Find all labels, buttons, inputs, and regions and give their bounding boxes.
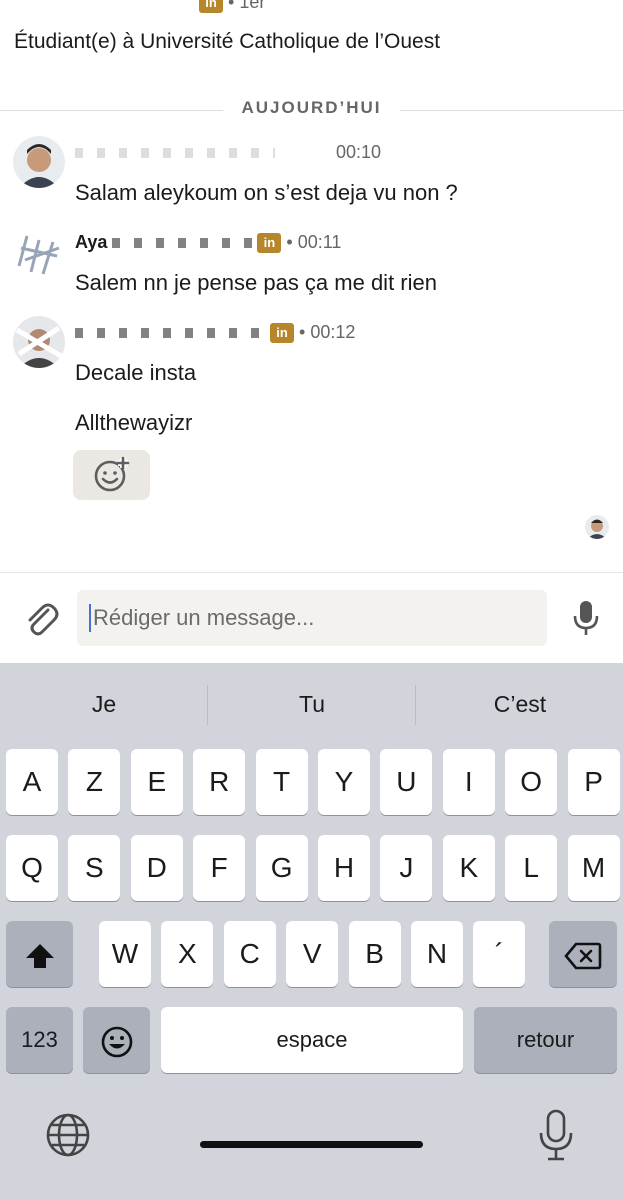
key-x[interactable]: X [161, 921, 214, 987]
microphone-icon [573, 601, 599, 635]
text-caret [89, 604, 91, 632]
key-h[interactable]: H [318, 835, 370, 901]
message-text: Allthewayizr [75, 410, 193, 435]
globe-icon [46, 1113, 90, 1157]
key-i[interactable]: I [442, 749, 495, 815]
key-r[interactable]: R [193, 749, 246, 815]
connection-degree: 1er [239, 0, 266, 12]
suggestion-separator [415, 685, 416, 725]
globe-button[interactable] [44, 1111, 92, 1159]
delete-icon [564, 942, 602, 969]
key-a[interactable]: A [6, 749, 58, 815]
home-indicator [200, 1141, 423, 1148]
avatar[interactable] [13, 136, 65, 188]
paperclip-icon [28, 603, 59, 636]
key-s[interactable]: S [68, 835, 121, 901]
return-key[interactable]: retour [474, 1007, 617, 1073]
profile-headline: Étudiant(e) à Université Catholique de l… [14, 30, 441, 53]
shift-key[interactable] [6, 921, 73, 987]
key-acute[interactable]: ´ [473, 921, 526, 987]
dictation-icon [539, 1109, 573, 1161]
emoji-icon [101, 1026, 132, 1057]
suggestion-2[interactable]: Tu [212, 691, 412, 718]
redacted-name [75, 328, 265, 339]
suggestion-1[interactable]: Je [4, 691, 204, 718]
add-reaction-icon [94, 456, 130, 492]
sender-name: Aya [75, 232, 108, 252]
key-m[interactable]: M [567, 835, 620, 901]
attach-button[interactable] [20, 598, 60, 638]
day-divider-label: AUJOURD’HUI [223, 98, 400, 117]
composer-divider [0, 572, 623, 573]
message-input[interactable]: Rédiger un message... [77, 590, 547, 646]
linkedin-premium-icon: in [199, 0, 224, 14]
key-w[interactable]: W [99, 921, 151, 987]
key-b[interactable]: B [348, 921, 401, 987]
suggestion-separator [207, 685, 208, 725]
message-text: Salem nn je pense pas ça me dit rien [75, 270, 437, 295]
suggestion-3[interactable]: C’est [420, 691, 620, 718]
delete-key[interactable] [549, 921, 617, 987]
key-d[interactable]: D [130, 835, 183, 901]
linkedin-premium-icon: in [257, 233, 282, 254]
key-j[interactable]: J [380, 835, 433, 901]
dictation-button[interactable] [536, 1109, 576, 1161]
message-text: Decale insta [75, 360, 197, 385]
key-p[interactable]: P [567, 749, 620, 815]
message-time: 00:12 [310, 322, 356, 342]
seen-receipt-avatar [585, 515, 609, 539]
keyboard: Je Tu C’est AZERTYUIOP QSDFGHJKLM WXCVBN… [0, 663, 623, 1200]
avatar[interactable] [13, 226, 65, 278]
numbers-key[interactable]: 123 [6, 1007, 73, 1073]
message-header: 00:10 [75, 142, 381, 163]
key-e[interactable]: E [130, 749, 183, 815]
voice-message-button[interactable] [570, 598, 602, 638]
space-key[interactable]: espace [161, 1007, 463, 1073]
redacted-name [75, 148, 275, 159]
message-input-placeholder: Rédiger un message... [93, 605, 315, 630]
message-header: in • 00:12 [75, 322, 356, 344]
message-text: Salam aleykoum on s’est deja vu non ? [75, 180, 458, 205]
key-g[interactable]: G [255, 835, 308, 901]
avatar[interactable] [13, 316, 65, 368]
key-q[interactable]: Q [6, 835, 58, 901]
add-reaction-button[interactable] [73, 450, 150, 500]
shift-icon [25, 943, 54, 968]
key-z[interactable]: Z [68, 749, 121, 815]
key-c[interactable]: C [223, 921, 276, 987]
key-o[interactable]: O [505, 749, 558, 815]
message-time: 00:11 [297, 232, 342, 252]
day-divider: AUJOURD’HUI [0, 98, 623, 122]
key-u[interactable]: U [380, 749, 433, 815]
emoji-key[interactable] [83, 1007, 150, 1073]
key-y[interactable]: Y [318, 749, 370, 815]
key-f[interactable]: F [193, 835, 246, 901]
key-l[interactable]: L [505, 835, 558, 901]
profile-meta-line: in • 1er [14, 0, 266, 14]
redacted-name [14, 0, 194, 8]
message-header: Aya in • 00:11 [75, 232, 342, 254]
key-k[interactable]: K [442, 835, 495, 901]
key-t[interactable]: T [255, 749, 308, 815]
key-n[interactable]: N [411, 921, 463, 987]
linkedin-premium-icon: in [270, 323, 295, 344]
message-time: 00:10 [336, 142, 382, 162]
key-v[interactable]: V [286, 921, 339, 987]
redacted-name [112, 238, 253, 249]
